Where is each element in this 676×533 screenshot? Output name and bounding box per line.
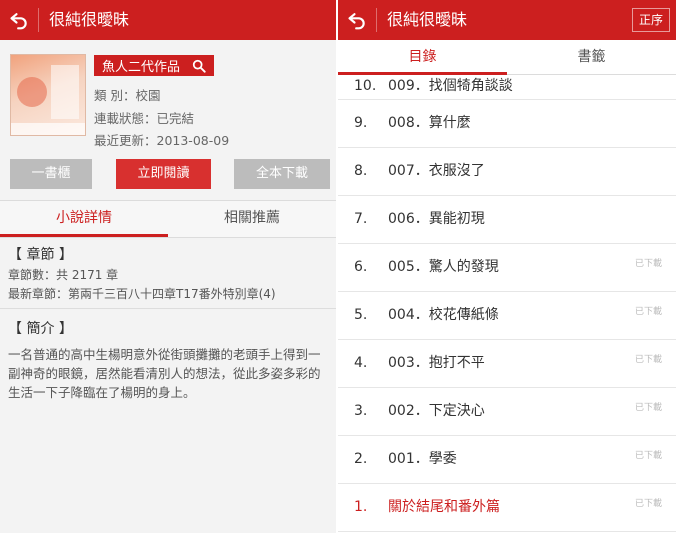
chapter-title: 001．學委 <box>388 451 457 467</box>
chapter-title: 關於結尾和番外篇 <box>388 499 500 515</box>
downloaded-badge: 已下載 <box>634 355 662 365</box>
downloaded-badge: 已下載 <box>634 451 662 461</box>
detail-tabs: 小說詳情 相關推薦 <box>0 200 336 238</box>
synopsis-heading: 【 簡介 】 <box>8 321 73 337</box>
tab-related-recommendations[interactable]: 相關推薦 <box>168 201 336 236</box>
section-divider <box>0 308 336 309</box>
chapter-number: 7. <box>354 211 368 227</box>
chapter-number: 8. <box>354 163 368 179</box>
downloaded-badge: 已下載 <box>634 403 662 413</box>
sort-order-button[interactable]: 正序 <box>631 8 670 32</box>
tab-bookmarks[interactable]: 書籤 <box>507 40 676 74</box>
left-app-bar: 很純很曖昧 <box>0 0 336 40</box>
chapter-item[interactable]: 4. 003．抱打不平 已下載 <box>338 340 676 388</box>
chapter-item[interactable]: 2. 001．學委 已下載 <box>338 436 676 484</box>
chapter-number: 2. <box>354 451 368 467</box>
chapter-number: 5. <box>354 307 368 323</box>
chapter-number: 4. <box>354 355 368 371</box>
chapter-title: 007．衣服沒了 <box>388 163 485 179</box>
book-category: 類 別：校園 <box>94 88 161 103</box>
downloaded-badge: 已下載 <box>634 259 662 269</box>
downloaded-badge: 已下載 <box>634 307 662 317</box>
search-icon <box>192 59 206 73</box>
chapter-item[interactable]: 7. 006．異能初現 <box>338 196 676 244</box>
book-status: 連載狀態：已完結 <box>94 111 195 126</box>
chapter-item[interactable]: 5. 004．校花傳紙條 已下載 <box>338 292 676 340</box>
action-buttons: 一書櫃 立即閱讀 全本下載 <box>10 159 330 189</box>
chapter-title: 002．下定決心 <box>388 403 485 419</box>
book-info: 魚人二代作品 類 別：校園 連載狀態：已完結 最近更新：2013-08-09 <box>10 54 330 148</box>
back-arrow-icon <box>348 13 365 30</box>
author-label: 魚人二代作品 <box>102 60 181 75</box>
chapter-title: 006．異能初現 <box>388 211 485 227</box>
chapter-number: 3. <box>354 403 368 419</box>
chapters-heading: 【 章節 】 <box>8 247 73 263</box>
book-cover[interactable] <box>10 54 86 136</box>
chapter-list: 10. 009．找個犄角談談 9. 008．算什麼 8. 007．衣服沒了 7.… <box>338 75 676 532</box>
right-app-bar: 很純很曖昧 正序 <box>338 0 676 40</box>
chapter-number: 1. <box>354 499 368 515</box>
tab-novel-details[interactable]: 小說詳情 <box>0 201 168 237</box>
page-title: 很純很曖昧 <box>376 8 467 32</box>
downloaded-badge: 已下載 <box>634 499 662 509</box>
chapter-title: 005．驚人的發現 <box>388 259 499 275</box>
download-all-button[interactable]: 全本下載 <box>234 159 330 189</box>
back-button[interactable] <box>338 0 376 40</box>
chapter-number: 9. <box>354 115 368 131</box>
chapter-item[interactable]: 9. 008．算什麼 <box>338 100 676 148</box>
chapter-item[interactable]: 3. 002．下定決心 已下載 <box>338 388 676 436</box>
book-updated: 最近更新：2013-08-09 <box>94 133 230 148</box>
chapter-item[interactable]: 6. 005．驚人的發現 已下載 <box>338 244 676 292</box>
chapter-title: 003．抱打不平 <box>388 355 485 371</box>
chapter-item[interactable]: 8. 007．衣服沒了 <box>338 148 676 196</box>
chapter-title: 008．算什麼 <box>388 115 471 131</box>
chapter-item[interactable]: 10. 009．找個犄角談談 <box>338 75 676 100</box>
back-button[interactable] <box>0 0 38 40</box>
chapter-title: 004．校花傳紙條 <box>388 307 499 323</box>
page-title: 很純很曖昧 <box>38 8 129 32</box>
latest-chapter[interactable]: 最新章節：第兩千三百八十四章T17番外特別章(4) <box>8 285 276 302</box>
synopsis-text: 一名普通的高中生楊明意外從街頭攤攤的老頭手上得到一副神奇的眼鏡，居然能看清別人的… <box>8 347 321 400</box>
add-to-bookshelf-button[interactable]: 一書櫃 <box>10 159 92 189</box>
back-arrow-icon <box>10 13 27 30</box>
chapter-list-panel: 很純很曖昧 正序 目錄 書籤 10. 009．找個犄角談談 9. 008．算什麼… <box>338 0 676 533</box>
read-now-button[interactable]: 立即閱讀 <box>116 159 211 189</box>
author-button[interactable]: 魚人二代作品 <box>94 55 214 76</box>
chapter-count: 章節數：共 2171 章 <box>8 268 119 282</box>
chapter-number: 6. <box>354 259 368 275</box>
book-detail-panel: 很純很曖昧 魚人二代作品 類 別：校園 連載狀態：已完結 最近更新：2013-0… <box>0 0 336 533</box>
chapter-item-current[interactable]: 1. 關於結尾和番外篇 已下載 <box>338 484 676 532</box>
